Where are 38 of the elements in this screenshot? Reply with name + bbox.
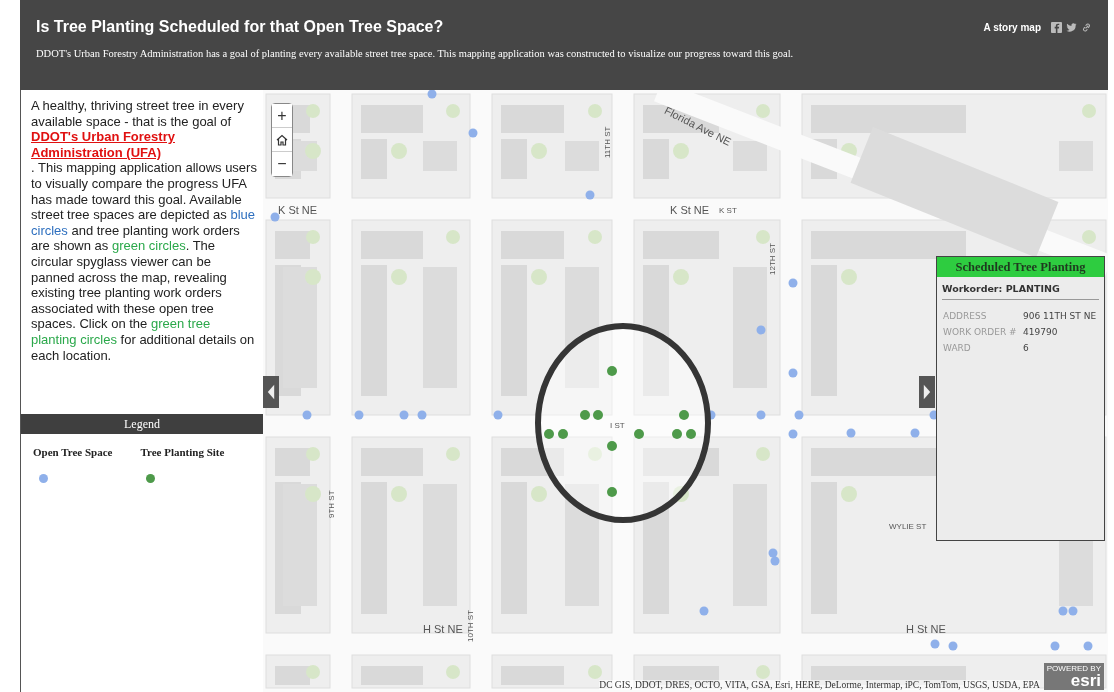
twitter-icon[interactable]: [1066, 21, 1077, 33]
esri-logo[interactable]: POWERED BY esri: [1043, 663, 1104, 690]
field-label: WORK ORDER #: [943, 326, 1018, 339]
street-label: 9TH ST: [327, 490, 336, 518]
field-label: ADDRESS: [943, 310, 988, 323]
zoom-in-button[interactable]: +: [272, 104, 292, 128]
field-value: 906 11TH ST NE: [1023, 310, 1097, 323]
street-label: K St NE: [278, 204, 318, 216]
street-label: WYLIE ST: [889, 522, 927, 531]
street-label: 10TH ST: [466, 610, 475, 642]
field-label: WARD: [943, 342, 972, 355]
street-label: H St NE: [423, 623, 463, 635]
facebook-icon[interactable]: [1051, 21, 1062, 33]
legend-label: Tree Planting Site: [140, 446, 225, 458]
street-label: 12TH ST: [768, 243, 777, 275]
street-label: K ST: [719, 206, 737, 215]
legend-header: Legend: [21, 414, 263, 434]
intro-paragraph: A healthy, thriving street tree in every available space - that is the goal of DDOT's Urban Forestry Administration (UFA) . This mapping application allows users to visually compare the progress UFA has made toward this goal. Available street tree spaces are depicted as blue circles and tree planting work orders are shown as green circles. The circular spyglass viewer can be panned across the map, revealing existing tree planting work orders associated with these open tree spaces. Click on the green tree planting circles for additional details on each location.: [31, 98, 257, 365]
legend-label: Open Tree Space: [33, 446, 113, 458]
popup-subtitle: Workorder: PLANTING: [942, 283, 1099, 300]
street-label: H St NE: [906, 623, 946, 635]
left-arrow-icon: [267, 383, 275, 401]
field-value: 6: [1023, 342, 1029, 355]
street-label: 11TH ST: [603, 126, 612, 158]
link-icon[interactable]: [1081, 21, 1092, 33]
map-attribution: DC GIS, DDOT, DRES, OCTO, VITA, GSA, Esri, HERE, DeLorme, Intermap, iPC, TomTom, USGS, USDA, EPA: [599, 680, 1040, 690]
popup-title: Scheduled Tree Planting: [937, 257, 1104, 277]
ufa-link[interactable]: DDOT's Urban Forestry Administration (UFA): [31, 129, 257, 161]
app-title: Is Tree Planting Scheduled for that Open Tree Space?: [36, 18, 444, 36]
app-description: DDOT's Urban Forestry Administration has a goal of planting every available street tree space. This mapping application was constructed to visualize our progress toward this goal.: [36, 48, 795, 59]
pan-left-button[interactable]: [263, 376, 279, 408]
field-value: 419790: [1023, 326, 1058, 339]
home-icon: [275, 132, 289, 147]
pan-right-button[interactable]: [919, 376, 935, 408]
street-label: I ST: [610, 421, 625, 430]
right-arrow-icon: [923, 383, 931, 401]
street-label: K St NE: [670, 204, 710, 216]
story-map-link[interactable]: A story map: [983, 21, 1041, 33]
